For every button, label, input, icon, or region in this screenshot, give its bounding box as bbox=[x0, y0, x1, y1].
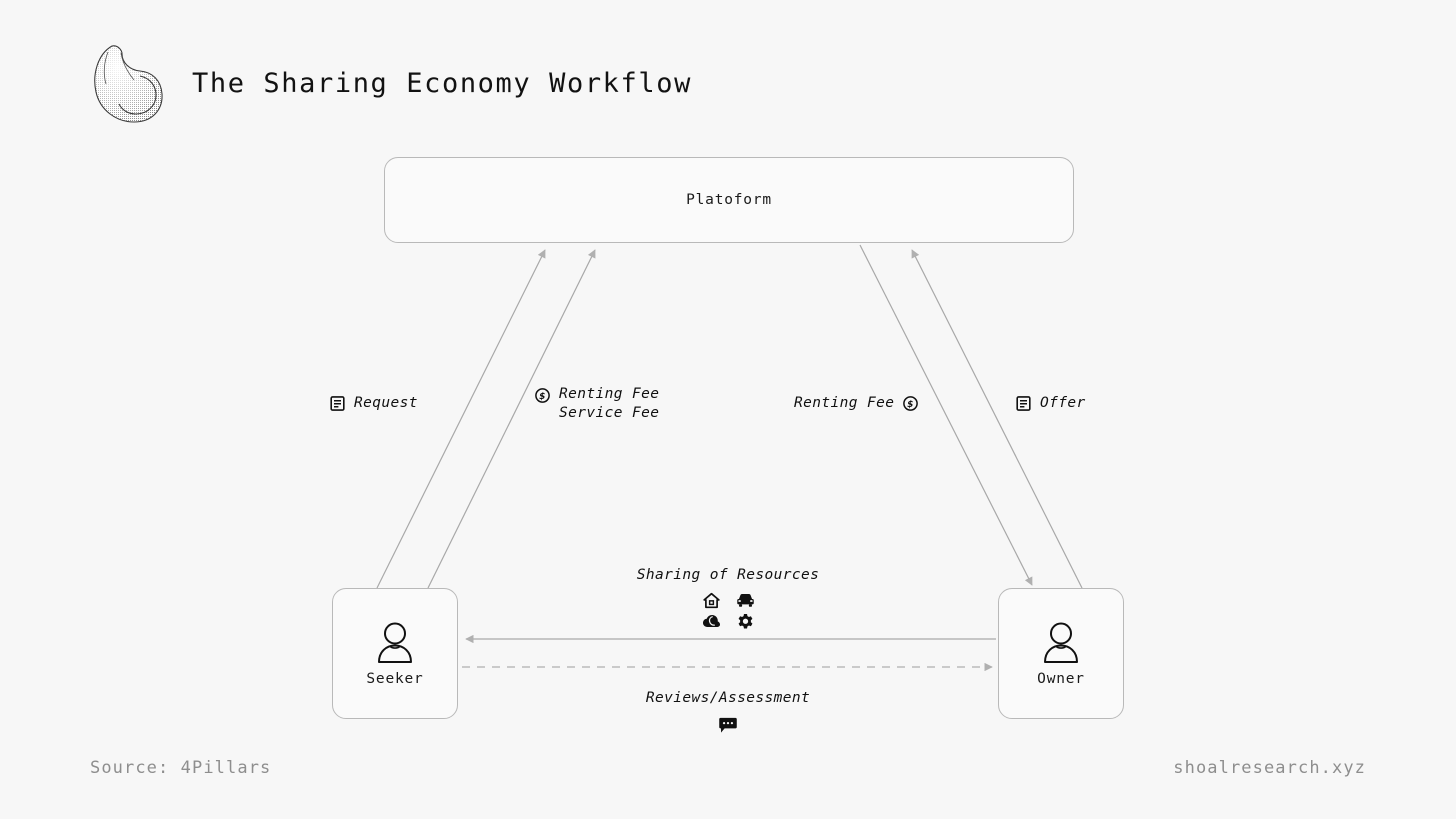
cloud-icon bbox=[702, 615, 720, 627]
edge-label-renting-fee-owner: Renting Fee $ bbox=[794, 395, 919, 411]
home-icon bbox=[702, 592, 720, 609]
footer-site: shoalresearch.xyz bbox=[1173, 758, 1366, 778]
edge-offer bbox=[911, 249, 1083, 589]
edge-label-request: Request bbox=[330, 395, 418, 411]
diagram-canvas: The Sharing Economy Workflow Platoform S… bbox=[0, 0, 1456, 819]
car-icon bbox=[736, 593, 754, 607]
edge-renting-fee-to-owner bbox=[859, 244, 1033, 586]
edge-label-renting-fee-text: Renting Fee bbox=[559, 386, 660, 402]
sharing-of-resources-title: Sharing of Resources bbox=[636, 567, 820, 583]
edge-label-renting-fee-owner-text: Renting Fee bbox=[794, 395, 895, 411]
chat-bubble-icon bbox=[719, 717, 737, 733]
edge-label-fees: $ Renting Fee Service Fee bbox=[535, 385, 659, 422]
reviews-assessment-title: Reviews/Assessment bbox=[645, 690, 811, 706]
edge-label-offer: Offer bbox=[1016, 395, 1086, 411]
snail-shell-icon bbox=[94, 45, 163, 123]
svg-text:$: $ bbox=[539, 392, 546, 402]
node-platform-label: Platoform bbox=[686, 192, 772, 208]
page-header: The Sharing Economy Workflow bbox=[88, 40, 692, 126]
edge-label-request-text: Request bbox=[354, 395, 418, 411]
document-icon bbox=[330, 395, 345, 411]
svg-text:$: $ bbox=[908, 400, 915, 410]
edge-label-offer-text: Offer bbox=[1040, 395, 1086, 411]
node-seeker-label: Seeker bbox=[366, 670, 424, 687]
node-owner-label: Owner bbox=[1037, 670, 1085, 687]
edge-request bbox=[376, 249, 546, 589]
node-platform[interactable]: Platoform bbox=[384, 157, 1074, 243]
page-title: The Sharing Economy Workflow bbox=[192, 67, 692, 99]
dollar-coin-icon: $ bbox=[535, 388, 550, 403]
dollar-coin-icon: $ bbox=[903, 395, 919, 411]
sharing-of-resources-group: Sharing of Resources bbox=[0, 567, 1456, 630]
document-icon bbox=[1016, 395, 1031, 411]
footer-source: Source: 4Pillars bbox=[90, 758, 272, 778]
gear-icon bbox=[738, 614, 752, 629]
edge-label-service-fee-text: Service Fee bbox=[559, 404, 660, 421]
reviews-assessment-group: Reviews/Assessment bbox=[0, 690, 1456, 734]
sharing-resource-icons bbox=[698, 592, 758, 630]
